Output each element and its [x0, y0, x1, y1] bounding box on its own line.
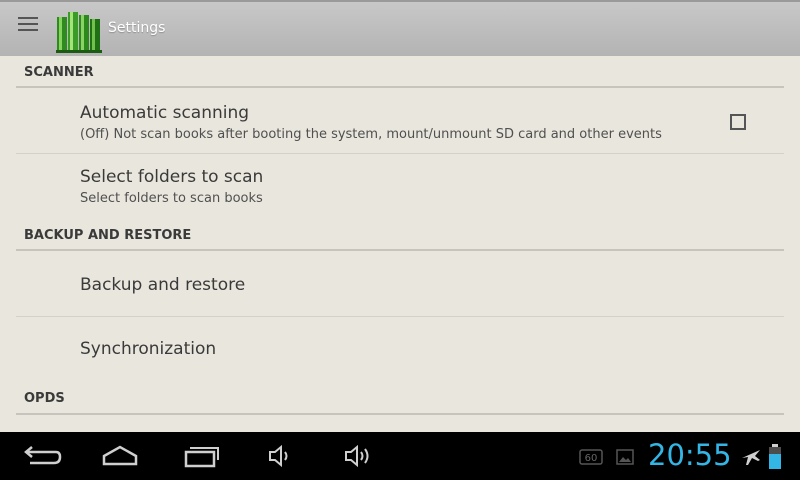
volume-down-icon[interactable]	[264, 440, 296, 472]
gallery-icon	[616, 449, 634, 465]
setting-title: Automatic scanning	[80, 103, 250, 123]
volume-up-icon[interactable]	[342, 440, 378, 472]
fps-indicator-icon: 60	[579, 449, 603, 465]
battery-icon	[769, 444, 781, 469]
recent-apps-icon[interactable]	[180, 440, 220, 472]
section-header-opds: OPDS	[16, 383, 784, 415]
setting-title: Synchronization	[80, 339, 217, 359]
setting-subtitle: (Off) Not scan books after booting the s…	[80, 127, 662, 142]
home-icon[interactable]	[100, 440, 140, 472]
setting-title: Backup and restore	[80, 275, 246, 295]
setting-backup-and-restore[interactable]: Backup and restore	[16, 251, 784, 317]
section-header-backup-and-restore: BACKUP AND RESTORE	[16, 220, 784, 251]
automatic-scanning-checkbox[interactable]	[730, 114, 746, 130]
section-label: BACKUP AND RESTORE	[24, 228, 192, 243]
status-clock: 20:55	[648, 438, 732, 472]
books-icon[interactable]	[54, 9, 104, 53]
menu-icon[interactable]	[18, 17, 38, 33]
setting-subtitle: Select folders to scan books	[80, 191, 263, 206]
setting-title: Select folders to scan	[80, 167, 264, 187]
setting-select-folders[interactable]: Select folders to scan Select folders to…	[16, 154, 784, 220]
setting-synchronization[interactable]: Synchronization	[16, 317, 784, 383]
action-bar: Settings	[0, 0, 800, 56]
back-icon[interactable]	[20, 440, 62, 472]
section-header-scanner: SCANNER	[16, 56, 784, 88]
settings-list: SCANNER Automatic scanning (Off) Not sca…	[0, 56, 800, 432]
setting-automatic-scanning[interactable]: Automatic scanning (Off) Not scan books …	[16, 88, 784, 154]
airplane-mode-icon	[742, 450, 760, 465]
section-label: OPDS	[24, 391, 65, 406]
section-label: SCANNER	[24, 65, 94, 80]
fps-badge-text: 60	[585, 453, 598, 464]
page-title: Settings	[108, 20, 166, 36]
